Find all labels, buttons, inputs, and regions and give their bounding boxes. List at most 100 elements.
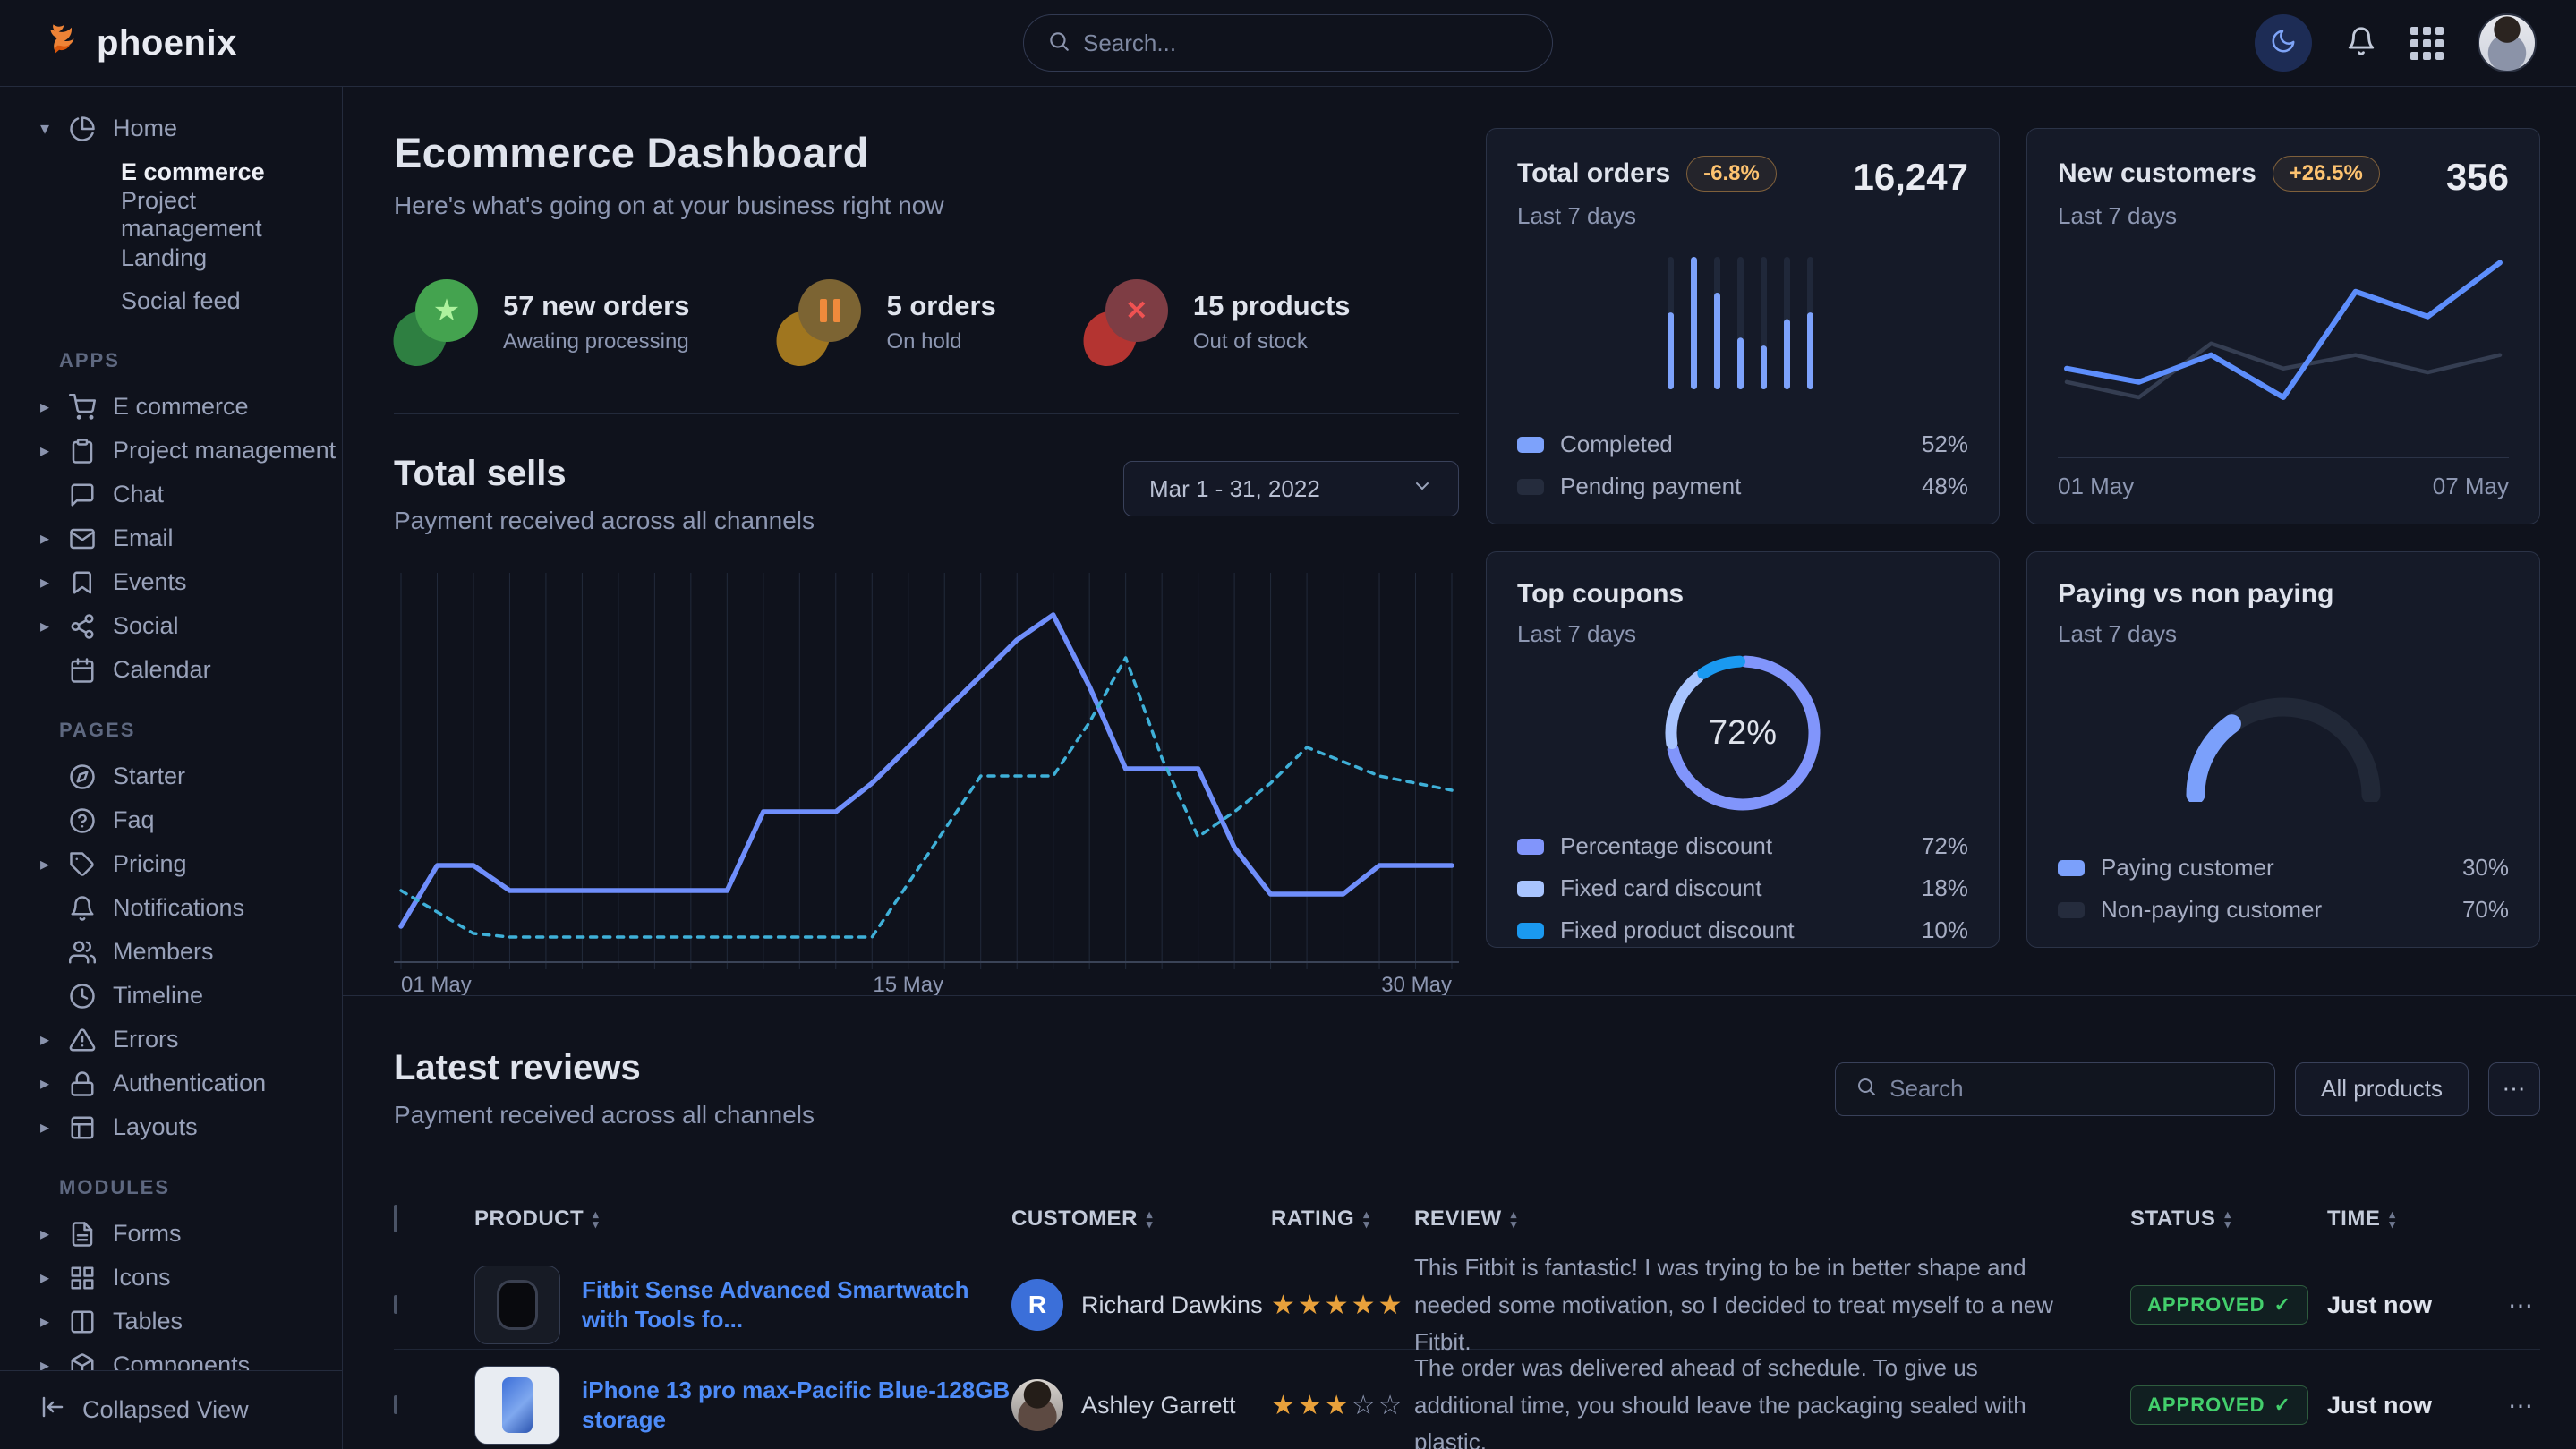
column-header-status[interactable]: STATUS▴▾: [2130, 1206, 2327, 1232]
sidebar-item-icons[interactable]: ▸ Icons: [0, 1256, 342, 1300]
axis-label-start: 01 May: [2058, 473, 2134, 500]
theme-toggle-button[interactable]: [2255, 14, 2312, 72]
sidebar-item-timeline[interactable]: Timeline: [0, 974, 342, 1018]
sidebar-item-events[interactable]: ▸ Events: [0, 560, 342, 604]
date-range-select[interactable]: Mar 1 - 31, 2022: [1123, 461, 1459, 516]
all-products-button[interactable]: All products: [2295, 1062, 2469, 1116]
table-icon: [69, 1308, 99, 1335]
user-avatar[interactable]: [2478, 13, 2537, 72]
review-text: This Fitbit is fantastic! I was trying t…: [1414, 1249, 2130, 1361]
card-title: Top coupons: [1517, 579, 1684, 609]
column-header-customer[interactable]: CUSTOMER▴▾: [1011, 1206, 1271, 1232]
sidebar-item-label: Members: [113, 938, 214, 966]
sidebar-item-label: Starter: [113, 763, 185, 790]
share-icon: [69, 613, 99, 640]
sidebar-item-pricing[interactable]: ▸ Pricing: [0, 842, 342, 886]
product-link[interactable]: iPhone 13 pro max-Pacific Blue-128GB sto…: [582, 1376, 1011, 1436]
column-header-product[interactable]: PRODUCT▴▾: [474, 1206, 1011, 1232]
row-menu-button[interactable]: ⋯: [2488, 1391, 2540, 1420]
legend-value: 72%: [1922, 832, 1968, 860]
sidebar-item-email[interactable]: ▸ Email: [0, 516, 342, 560]
sidebar-item-label: Timeline: [113, 982, 203, 1010]
column-header-rating[interactable]: RATING▴▾: [1271, 1206, 1414, 1232]
product-link[interactable]: Fitbit Sense Advanced Smartwatch with To…: [582, 1275, 1011, 1336]
sidebar-subitem-social-feed[interactable]: Social feed: [0, 279, 342, 322]
sidebar-nav: ▾ HomeE commerceProject managementLandin…: [0, 107, 342, 1370]
sidebar-item-calendar[interactable]: Calendar: [0, 648, 342, 692]
main-content: Ecommerce Dashboard Here's what's going …: [343, 87, 2576, 1449]
select-all-checkbox[interactable]: [394, 1205, 397, 1232]
sidebar-item-tables[interactable]: ▸ Tables: [0, 1300, 342, 1343]
sidebar-item-e-commerce[interactable]: ▸ E commerce: [0, 385, 342, 429]
notifications-button[interactable]: [2346, 26, 2376, 61]
sidebar-item-errors[interactable]: ▸ Errors: [0, 1018, 342, 1061]
sidebar-item-forms[interactable]: ▸ Forms: [0, 1212, 342, 1256]
review-time: Just now: [2327, 1291, 2488, 1319]
chevron-down-icon: ▾: [34, 117, 55, 140]
product-image: [474, 1366, 560, 1445]
sidebar-item-notifications[interactable]: Notifications: [0, 886, 342, 930]
more-options-button[interactable]: ⋯: [2488, 1062, 2540, 1116]
brand-name: phoenix: [97, 23, 237, 64]
global-search[interactable]: [1023, 14, 1553, 72]
reviews-search[interactable]: [1835, 1062, 2275, 1116]
customer-name: Richard Dawkins: [1081, 1291, 1263, 1319]
sidebar-item-label: Pricing: [113, 850, 187, 878]
x-icon: ✕: [1084, 277, 1170, 367]
sidebar-item-label: Home: [113, 115, 177, 142]
tag-icon: [69, 851, 99, 878]
total-sells-chart: 01 May15 May30 May: [394, 567, 1459, 995]
sidebar-item-layouts[interactable]: ▸ Layouts: [0, 1105, 342, 1149]
new-customers-card: New customers +26.5% Last 7 days 356 01 …: [2026, 128, 2540, 524]
chevron-right-icon: ▸: [34, 1266, 55, 1289]
stat-awating-processing: ★ 57 new orders Awating processing: [394, 277, 689, 367]
chevron-right-icon: ▸: [34, 1223, 55, 1245]
sidebar-subitem-project-management[interactable]: Project management: [0, 193, 342, 236]
chevron-right-icon: ▸: [34, 1116, 55, 1138]
check-icon: ✓: [2273, 1293, 2290, 1317]
sidebar-item-label: Errors: [113, 1026, 179, 1053]
sidebar-item-social[interactable]: ▸ Social: [0, 604, 342, 648]
chevron-right-icon: ▸: [34, 853, 55, 875]
sidebar-item-components[interactable]: ▸ Components: [0, 1343, 342, 1370]
paying-card: Paying vs non paying Last 7 days Paying …: [2026, 551, 2540, 948]
sidebar-subitem-landing[interactable]: Landing: [0, 236, 342, 279]
stat-value: 15 products: [1193, 290, 1351, 322]
avatar: [1011, 1379, 1063, 1431]
row-checkbox[interactable]: [394, 1295, 397, 1314]
column-header-time[interactable]: TIME▴▾: [2327, 1206, 2488, 1232]
paying-gauge-chart: [2180, 686, 2386, 802]
sidebar-item-members[interactable]: Members: [0, 930, 342, 974]
reviews-search-input[interactable]: [1889, 1075, 2255, 1103]
axis-label-end: 07 May: [2433, 473, 2509, 500]
collapse-sidebar-button[interactable]: Collapsed View: [0, 1370, 342, 1449]
legend-label: Fixed card discount: [1560, 874, 1922, 902]
sidebar-item-chat[interactable]: Chat: [0, 473, 342, 516]
sidebar-item-starter[interactable]: Starter: [0, 754, 342, 798]
total-orders-bar-chart: [1662, 251, 1823, 395]
sidebar-item-project-management[interactable]: ▸ Project management: [0, 429, 342, 473]
card-subtitle: Last 7 days: [2058, 202, 2380, 230]
column-header-review[interactable]: REVIEW▴▾: [1414, 1206, 2130, 1232]
sidebar-item-authentication[interactable]: ▸ Authentication: [0, 1061, 342, 1105]
sidebar-item-home[interactable]: ▾ Home: [0, 107, 342, 150]
card-title: Paying vs non paying: [2058, 579, 2333, 609]
legend-label: Fixed product discount: [1560, 916, 1922, 944]
page-title: Ecommerce Dashboard: [394, 128, 1459, 177]
chevron-right-icon: ▸: [34, 1072, 55, 1095]
apps-menu-button[interactable]: [2410, 27, 2444, 60]
chat-icon: [69, 482, 99, 508]
sidebar: ▾ HomeE commerceProject managementLandin…: [0, 87, 343, 1449]
search-input[interactable]: [1083, 30, 1529, 57]
legend-row: Completed 52%: [1517, 430, 1968, 458]
brand[interactable]: phoenix: [43, 21, 237, 66]
sidebar-item-label: Calendar: [113, 656, 211, 684]
review-time: Just now: [2327, 1392, 2488, 1419]
clipboard-icon: [69, 438, 99, 465]
row-menu-button[interactable]: ⋯: [2488, 1291, 2540, 1320]
legend-swatch-icon: [1517, 437, 1544, 453]
legend-row: Fixed product discount 10%: [1517, 916, 1968, 944]
sidebar-item-faq[interactable]: Faq: [0, 798, 342, 842]
row-checkbox[interactable]: [394, 1395, 397, 1414]
sidebar-item-label: Tables: [113, 1308, 183, 1335]
